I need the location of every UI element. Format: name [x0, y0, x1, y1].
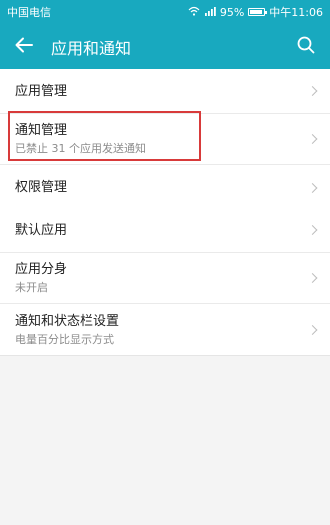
- carrier-label: 中国电信: [7, 6, 51, 19]
- row-subtitle: 已禁止 31 个应用发送通知: [15, 142, 146, 155]
- row-permission-management[interactable]: 权限管理: [0, 165, 330, 210]
- row-default-apps[interactable]: 默认应用: [0, 208, 330, 253]
- row-title: 应用管理: [15, 83, 68, 99]
- search-icon: [297, 36, 315, 58]
- search-button[interactable]: [282, 24, 330, 69]
- row-title: 权限管理: [15, 180, 68, 195]
- back-button[interactable]: [0, 24, 48, 69]
- settings-group-2: 默认应用 应用分身 未开启 通知和状态栏设置 电量百分比显示方式: [0, 208, 330, 356]
- battery-level-fill: [250, 10, 263, 14]
- row-title: 通知和状态栏设置: [15, 313, 120, 329]
- battery-percent: 95%: [219, 5, 245, 19]
- row-title: 通知管理: [15, 123, 68, 138]
- row-notification-management[interactable]: 通知管理 已禁止 31 个应用发送通知: [0, 114, 330, 165]
- settings-group-1: 应用管理 通知管理 已禁止 31 个应用发送通知 权限管理: [0, 69, 330, 211]
- chevron-right-icon: [307, 134, 318, 144]
- signal-icon: [204, 6, 216, 19]
- row-notification-statusbar-settings[interactable]: 通知和状态栏设置 电量百分比显示方式: [0, 304, 330, 355]
- row-title: 默认应用: [15, 222, 68, 238]
- row-app-twin[interactable]: 应用分身 未开启: [0, 253, 330, 304]
- row-subtitle: 未开启: [15, 281, 48, 294]
- chevron-right-icon: [307, 225, 318, 235]
- page-title: 应用和通知: [51, 38, 132, 58]
- chevron-right-icon: [307, 273, 318, 283]
- back-arrow-icon: [15, 37, 33, 57]
- wifi-icon: [188, 6, 200, 19]
- status-bar: 中国电信 95% 中午11:06: [0, 0, 330, 24]
- clock: 中午11:06: [269, 6, 323, 19]
- row-title: 应用分身: [15, 262, 68, 277]
- battery-icon: [248, 8, 268, 16]
- app-bar: 应用和通知: [0, 24, 330, 69]
- chevron-right-icon: [307, 86, 318, 96]
- row-subtitle: 电量百分比显示方式: [15, 332, 114, 346]
- chevron-right-icon: [307, 182, 318, 193]
- row-app-management[interactable]: 应用管理: [0, 69, 330, 114]
- chevron-right-icon: [307, 324, 318, 335]
- status-indicators: 95% 中午11:06: [188, 4, 323, 20]
